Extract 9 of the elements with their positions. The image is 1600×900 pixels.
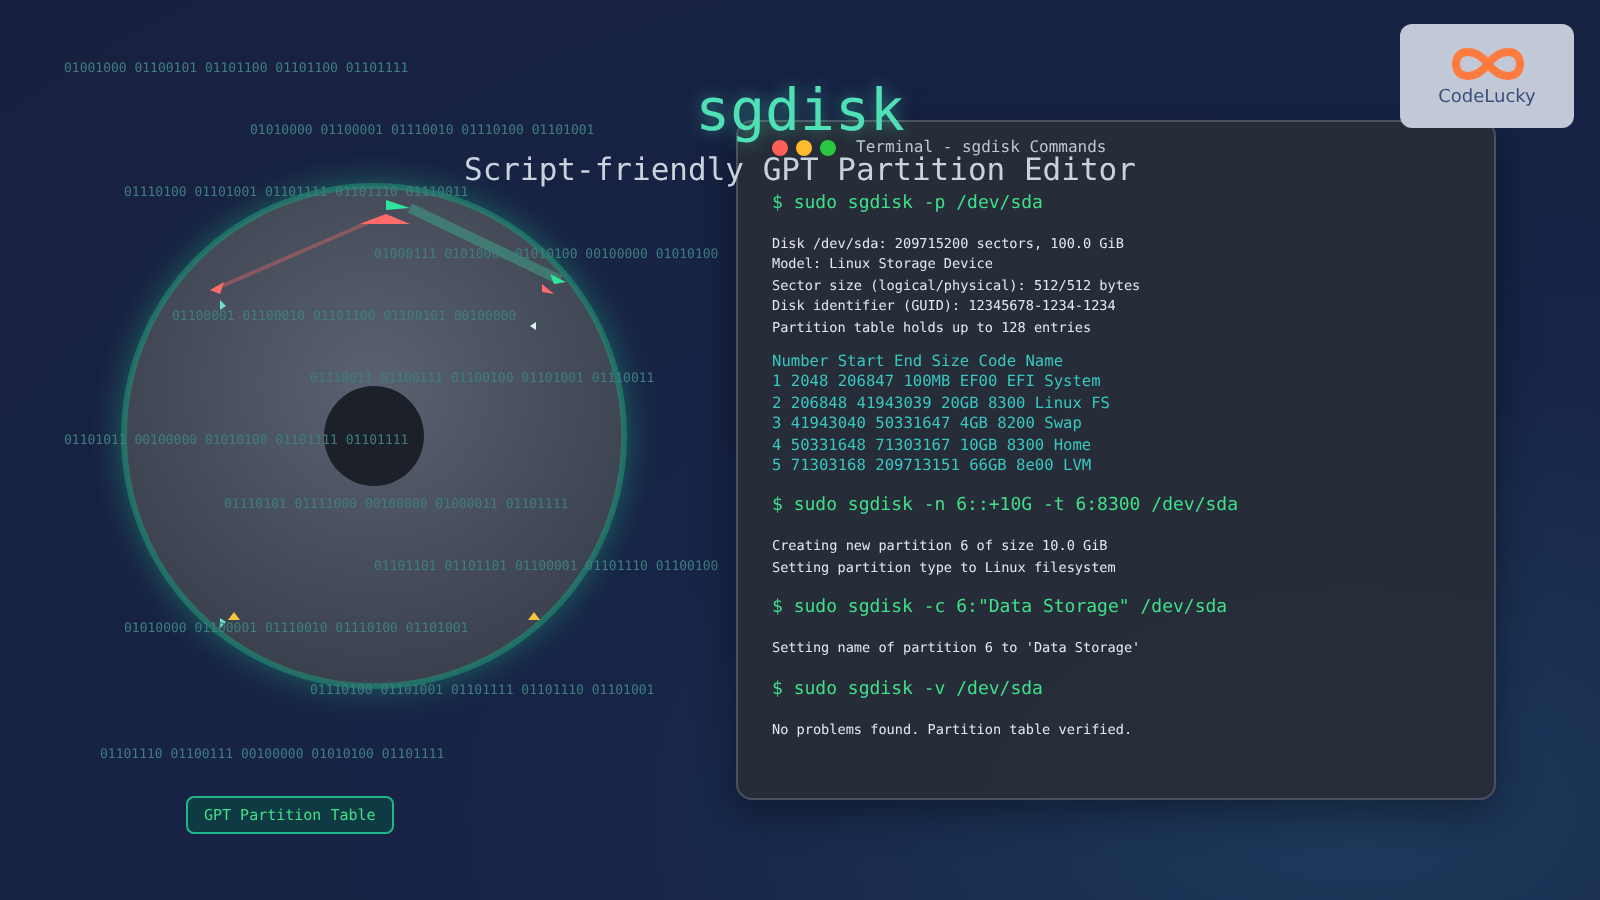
page-title: sgdisk [695,76,905,144]
terminal-command: $ sudo sgdisk -n 6::+10G -t 6:8300 /dev/sda [772,494,1240,519]
terminal-command: $ sudo sgdisk -c 6:"Data Storage" /dev/sda [772,596,1230,621]
terminal-title: Terminal - sgdisk Commands [856,138,1107,156]
terminal-command: $ sudo sgdisk -v /dev/sda [772,677,1045,702]
logo-text: CodeLucky [1438,88,1536,108]
page-subtitle: Script-friendly GPT Partition Editor [464,152,1136,188]
terminal-command: $ sudo sgdisk -p /dev/sda [772,192,1045,216]
infinity-logo-icon [1447,44,1527,84]
